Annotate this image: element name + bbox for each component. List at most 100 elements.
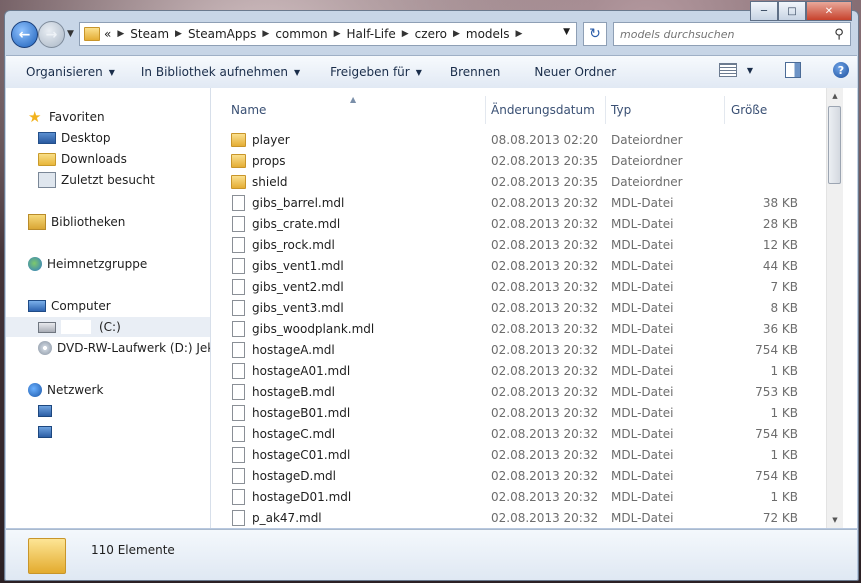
breadcrumb-item[interactable]: czero bbox=[415, 27, 447, 41]
add-to-library-menu[interactable]: In Bibliothek aufnehmen ▼ bbox=[125, 65, 310, 79]
nav-label: Downloads bbox=[61, 152, 127, 166]
breadcrumb-item[interactable]: models bbox=[466, 27, 510, 41]
file-icon bbox=[232, 509, 245, 526]
folder-row[interactable]: shield 02.08.2013 20:35 Dateiordner bbox=[211, 171, 843, 192]
file-row[interactable]: hostageB.mdl 02.08.2013 20:32 MDL-Datei 753… bbox=[211, 381, 843, 402]
minimize-button[interactable]: ─ bbox=[750, 1, 778, 21]
search-icon[interactable]: ⚲ bbox=[828, 27, 850, 42]
file-name: gibs_barrel.mdl bbox=[252, 195, 345, 210]
breadcrumb-separator-icon[interactable]: ▶ bbox=[453, 29, 460, 39]
nav-network-pc-2[interactable] bbox=[6, 422, 210, 442]
column-header-date[interactable]: Änderungsdatum bbox=[486, 96, 606, 124]
nav-homegroup[interactable]: Heimnetzgruppe bbox=[6, 254, 210, 274]
nav-desktop[interactable]: Desktop bbox=[6, 128, 210, 148]
breadcrumb-separator-icon[interactable]: ▶ bbox=[117, 29, 124, 39]
file-name: hostageC.mdl bbox=[252, 426, 336, 441]
file-date: 02.08.2013 20:32 bbox=[491, 321, 599, 336]
breadcrumb-item[interactable]: Steam bbox=[130, 27, 169, 41]
file-row[interactable]: hostageC.mdl 02.08.2013 20:32 MDL-Datei 754… bbox=[211, 423, 843, 444]
file-row[interactable]: gibs_crate.mdl 02.08.2013 20:32 MDL-Datei 2… bbox=[211, 213, 843, 234]
breadcrumb-item[interactable]: common bbox=[275, 27, 327, 41]
network-icon bbox=[28, 383, 42, 397]
file-name: props bbox=[252, 153, 286, 168]
maximize-button[interactable]: □ bbox=[778, 1, 806, 21]
file-row[interactable]: hostageA01.mdl 02.08.2013 20:32 MDL-Datei 1… bbox=[211, 360, 843, 381]
file-row[interactable]: gibs_vent2.mdl 02.08.2013 20:32 MDL-Datei 7… bbox=[211, 276, 843, 297]
nav-computer[interactable]: Computer bbox=[6, 296, 210, 316]
search-box[interactable]: ⚲ bbox=[613, 22, 851, 46]
scroll-up-icon[interactable]: ▲ bbox=[827, 88, 843, 104]
file-row[interactable]: gibs_vent3.mdl 02.08.2013 20:32 MDL-Datei 8… bbox=[211, 297, 843, 318]
file-row[interactable]: gibs_woodplank.mdl 02.08.2013 20:32 MDL-Da… bbox=[211, 318, 843, 339]
view-dropdown-icon[interactable]: ▼ bbox=[747, 66, 753, 75]
folder-row[interactable]: player 08.08.2013 02:20 Dateiordner bbox=[211, 129, 843, 150]
close-button[interactable]: ✕ bbox=[806, 1, 852, 21]
file-icon bbox=[232, 341, 245, 358]
file-row[interactable]: hostageB01.mdl 02.08.2013 20:32 MDL-Datei 1… bbox=[211, 402, 843, 423]
organize-menu[interactable]: Organisieren ▼ bbox=[6, 65, 125, 79]
breadcrumb-separator-icon[interactable]: ▶ bbox=[402, 29, 409, 39]
folder-row[interactable]: props 02.08.2013 20:35 Dateiordner bbox=[211, 150, 843, 171]
file-name-cell: shield bbox=[231, 174, 288, 189]
nav-favorites[interactable]: ★ Favoriten bbox=[6, 107, 210, 127]
breadcrumb-overflow[interactable]: « bbox=[104, 27, 111, 41]
preview-pane-icon[interactable] bbox=[785, 62, 801, 78]
nav-drive-c[interactable]: (C:) bbox=[6, 317, 210, 337]
column-header-type[interactable]: Typ bbox=[606, 96, 725, 124]
column-header-size[interactable]: Größe bbox=[725, 96, 815, 124]
file-name: gibs_vent2.mdl bbox=[252, 279, 344, 294]
scrollbar-thumb[interactable] bbox=[828, 106, 841, 184]
file-type: MDL-Datei bbox=[611, 300, 674, 315]
nav-dvd-drive[interactable]: DVD-RW-Laufwerk (D:) Jeky bbox=[6, 338, 210, 358]
file-row[interactable]: hostageC01.mdl 02.08.2013 20:32 MDL-Datei 1… bbox=[211, 444, 843, 465]
details-pane: 110 Elemente bbox=[6, 529, 857, 580]
file-row[interactable]: hostageA.mdl 02.08.2013 20:32 MDL-Datei 754… bbox=[211, 339, 843, 360]
address-dropdown-icon[interactable]: ▼ bbox=[563, 27, 570, 37]
refresh-button[interactable]: ↻ bbox=[583, 22, 607, 46]
scroll-down-icon[interactable]: ▼ bbox=[827, 512, 843, 528]
nav-libraries[interactable]: Bibliotheken bbox=[6, 212, 210, 232]
breadcrumb-item[interactable]: Half-Life bbox=[347, 27, 396, 41]
file-name-cell: hostageD.mdl bbox=[231, 467, 336, 484]
file-type: Dateiordner bbox=[611, 153, 683, 168]
breadcrumb-separator-icon[interactable]: ▶ bbox=[334, 29, 341, 39]
file-name-cell: hostageD01.mdl bbox=[231, 488, 351, 505]
nav-downloads[interactable]: Downloads bbox=[6, 149, 210, 169]
nav-network-pc-1[interactable] bbox=[6, 401, 210, 421]
folder-icon bbox=[231, 174, 246, 189]
forward-button[interactable]: → bbox=[38, 21, 65, 48]
help-icon[interactable]: ? bbox=[833, 62, 849, 78]
breadcrumb-item[interactable]: SteamApps bbox=[188, 27, 256, 41]
star-icon: ★ bbox=[28, 108, 42, 126]
file-row[interactable]: gibs_rock.mdl 02.08.2013 20:32 MDL-Datei 12… bbox=[211, 234, 843, 255]
share-with-menu[interactable]: Freigeben für ▼ bbox=[310, 65, 432, 79]
file-name: shield bbox=[252, 174, 288, 189]
vertical-scrollbar[interactable]: ▲ ▼ bbox=[826, 88, 843, 528]
file-icon bbox=[232, 257, 245, 274]
file-row[interactable]: gibs_barrel.mdl 02.08.2013 20:32 MDL-Datei… bbox=[211, 192, 843, 213]
change-view-icon[interactable] bbox=[718, 63, 737, 77]
search-input[interactable] bbox=[614, 26, 828, 42]
file-date: 02.08.2013 20:32 bbox=[491, 447, 599, 462]
address-bar[interactable]: « ▶ Steam ▶ SteamApps ▶ common ▶ Half-Life ▶ czer… bbox=[79, 22, 577, 46]
chevron-down-icon: ▼ bbox=[108, 67, 115, 77]
file-row[interactable]: gibs_vent1.mdl 02.08.2013 20:32 MDL-Datei 4… bbox=[211, 255, 843, 276]
file-name: hostageA.mdl bbox=[252, 342, 335, 357]
nav-recent-places[interactable]: Zuletzt besucht bbox=[6, 170, 210, 190]
breadcrumb-separator-icon[interactable]: ▶ bbox=[262, 29, 269, 39]
nav-network[interactable]: Netzwerk bbox=[6, 380, 210, 400]
file-row[interactable]: hostageD01.mdl 02.08.2013 20:32 MDL-Datei 1… bbox=[211, 486, 843, 507]
column-header-name[interactable]: Name ▲ bbox=[211, 95, 486, 124]
nav-label: Bibliotheken bbox=[51, 215, 126, 229]
burn-button[interactable]: Brennen bbox=[432, 65, 510, 79]
file-row[interactable]: hostageD.mdl 02.08.2013 20:32 MDL-Datei 754… bbox=[211, 465, 843, 486]
recent-pages-dropdown[interactable]: ▼ bbox=[67, 29, 74, 39]
new-folder-button[interactable]: Neuer Ordner bbox=[510, 65, 626, 79]
breadcrumb-separator-icon[interactable]: ▶ bbox=[175, 29, 182, 39]
file-row[interactable]: p_ak47.mdl 02.08.2013 20:32 MDL-Datei 72 KB bbox=[211, 507, 843, 528]
breadcrumb-separator-icon[interactable]: ▶ bbox=[516, 29, 523, 39]
back-button[interactable]: ← bbox=[11, 21, 38, 48]
file-type: MDL-Datei bbox=[611, 405, 674, 420]
folder-icon bbox=[84, 27, 100, 41]
file-type: MDL-Datei bbox=[611, 489, 674, 504]
